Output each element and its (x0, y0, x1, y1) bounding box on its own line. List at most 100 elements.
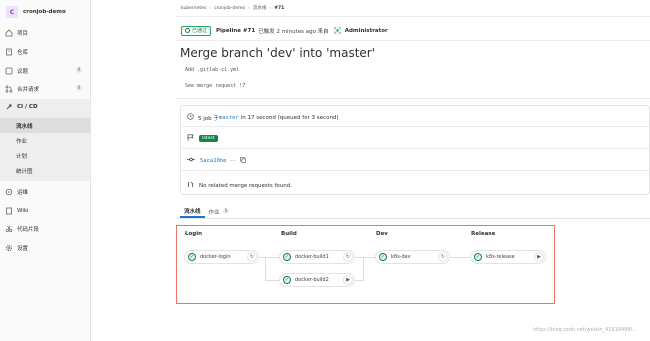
branch-link[interactable]: master (219, 115, 239, 121)
job-k8s-release[interactable]: ✓ k8s-release ▶ (470, 250, 546, 264)
sidebar-item-snippets[interactable]: 代码片段 (0, 221, 90, 236)
status-badge[interactable]: 已通过 (181, 25, 212, 36)
breadcrumb-item[interactable]: 流水线 (253, 5, 267, 11)
job-connector (355, 257, 375, 258)
status-label: 已通过 (192, 28, 208, 34)
book-icon (5, 207, 13, 215)
divider (181, 126, 649, 127)
breadcrumb-item[interactable]: cronjob-demo (214, 6, 245, 11)
commit-message-line: See merge request !7 (185, 83, 246, 89)
sidebar-item-issues[interactable]: 议题 0 (0, 63, 90, 78)
user-avatar[interactable] (332, 26, 342, 35)
divider (175, 40, 650, 41)
chevron-right-icon: › (248, 5, 250, 11)
job-name: k8s-dev (391, 254, 411, 260)
sidebar-item-settings[interactable]: 设置 (0, 240, 90, 255)
jobs-summary: 5 job 于 master in 17 second (queued for … (187, 113, 339, 122)
job-name: k8s-release (486, 254, 515, 260)
pipeline-header: 已通过 Pipeline #71 已触发 2 minutes ago 来自 Ad… (181, 25, 388, 36)
sidebar-item-merge-requests[interactable]: 合并请求 0 (0, 81, 90, 96)
sidebar-item-label: 议题 (17, 68, 29, 75)
sidebar-item-label: 仓库 (17, 49, 29, 56)
pipeline-id: Pipeline #71 (216, 27, 256, 34)
sidebar-item-operations[interactable]: 运维 (0, 184, 90, 199)
sidebar-item-cicd[interactable]: CI / CD (0, 99, 90, 114)
no-merge-request-text: No related merge requests found. (199, 182, 292, 189)
job-connector (265, 280, 279, 281)
sidebar-item-project[interactable]: 项目 (0, 25, 90, 40)
stage-title-dev: Dev (376, 231, 388, 237)
chevron-right-icon: › (209, 5, 212, 11)
merge-request-row: No related merge requests found. (187, 181, 292, 190)
latest-badge: latest (199, 135, 218, 142)
commit-row: 5aca10be ··· (187, 156, 246, 165)
snippet-icon (5, 225, 13, 233)
breadcrumb-item[interactable]: kubernetes (181, 6, 206, 11)
more-button[interactable]: ··· (231, 158, 236, 164)
job-connector (363, 257, 364, 280)
job-docker-build2[interactable]: ✓ docker-build2 ▶ (279, 273, 355, 287)
tag-row: latest (187, 134, 218, 143)
sidebar-item-label: CI / CD (17, 103, 38, 110)
pipeline-tabs: 流水线 作业 5 (180, 205, 233, 218)
sidebar-item-label: 合并请求 (17, 86, 40, 93)
divider (181, 148, 649, 149)
flag-icon (187, 134, 194, 143)
tab-pipeline[interactable]: 流水线 (180, 205, 205, 218)
retry-icon[interactable]: ↻ (247, 252, 257, 262)
tab-jobs[interactable]: 作业 5 (205, 205, 234, 218)
job-k8s-dev[interactable]: ✓ k8s-dev ↻ (375, 250, 450, 264)
stage-title-login: Login (185, 231, 203, 237)
job-connector (265, 257, 266, 280)
tab-label: 流水线 (184, 208, 201, 215)
play-icon[interactable]: ▶ (534, 252, 544, 262)
sidebar-item-repository[interactable]: 仓库 (0, 44, 90, 59)
issues-count-badge: 0 (76, 67, 82, 73)
pipeline-info-box: 5 job 于 master in 17 second (queued for … (180, 105, 650, 195)
divider (175, 16, 650, 17)
job-docker-login[interactable]: ✓ docker-login ↻ (184, 250, 259, 264)
sidebar-item-label: 设置 (17, 245, 29, 252)
tab-label: 作业 (208, 209, 220, 216)
check-circle-icon (185, 28, 190, 33)
operations-icon (5, 188, 13, 196)
sidebar-item-wiki[interactable]: Wiki (0, 203, 90, 218)
divider (175, 98, 650, 99)
sidebar-subitem-charts[interactable]: 统计图 (0, 163, 90, 178)
merge-request-icon (187, 181, 194, 190)
user-name-link[interactable]: Administrator (345, 28, 388, 34)
merge-request-count-badge: 0 (76, 85, 82, 91)
sidebar-subitem-schedules[interactable]: 计划 (0, 148, 90, 163)
pipeline-graph: Login Build Dev Release ✓ docker-login ↻… (176, 225, 555, 304)
retry-icon[interactable]: ↻ (438, 252, 448, 262)
jobs-duration-text: in 17 second (queued for 3 second) (240, 114, 339, 121)
sidebar-item-label: 代码片段 (17, 226, 40, 233)
commit-sha-link[interactable]: 5aca10be (200, 158, 227, 164)
commit-icon (187, 156, 195, 165)
retry-icon[interactable]: ↻ (343, 252, 353, 262)
job-name: docker-build1 (295, 254, 329, 260)
project-name: cronjob-demo (23, 9, 66, 15)
project-header[interactable]: C cronjob-demo (6, 4, 86, 20)
pipeline-meta: 已触发 2 minutes ago 来自 (258, 28, 329, 35)
job-connector (259, 257, 279, 258)
merge-request-icon (5, 84, 13, 93)
commit-message-line: Add .gitlab-ci.yml (185, 67, 240, 73)
breadcrumb: kubernetes › cronjob-demo › 流水线 › #71 (181, 4, 284, 12)
sidebar-subitem-jobs[interactable]: 作业 (0, 133, 90, 148)
repository-icon (5, 48, 13, 56)
status-success-icon: ✓ (283, 276, 291, 284)
sidebar-item-label: Wiki (17, 207, 29, 214)
breadcrumb-current[interactable]: #71 (274, 6, 284, 11)
commit-title: Merge branch 'dev' into 'master' (180, 46, 376, 60)
status-success-icon: ✓ (188, 253, 196, 261)
status-success-icon: ✓ (283, 253, 291, 261)
jobs-count-badge: 5 (222, 209, 230, 214)
job-docker-build1[interactable]: ✓ docker-build1 ↻ (279, 250, 355, 264)
play-icon[interactable]: ▶ (343, 275, 353, 285)
job-name: docker-login (200, 254, 231, 260)
job-name: docker-build2 (295, 277, 329, 283)
copy-icon[interactable] (239, 156, 246, 165)
sidebar-subitem-pipelines[interactable]: 流水线 (0, 118, 90, 133)
sidebar-item-label: 运维 (17, 189, 29, 196)
